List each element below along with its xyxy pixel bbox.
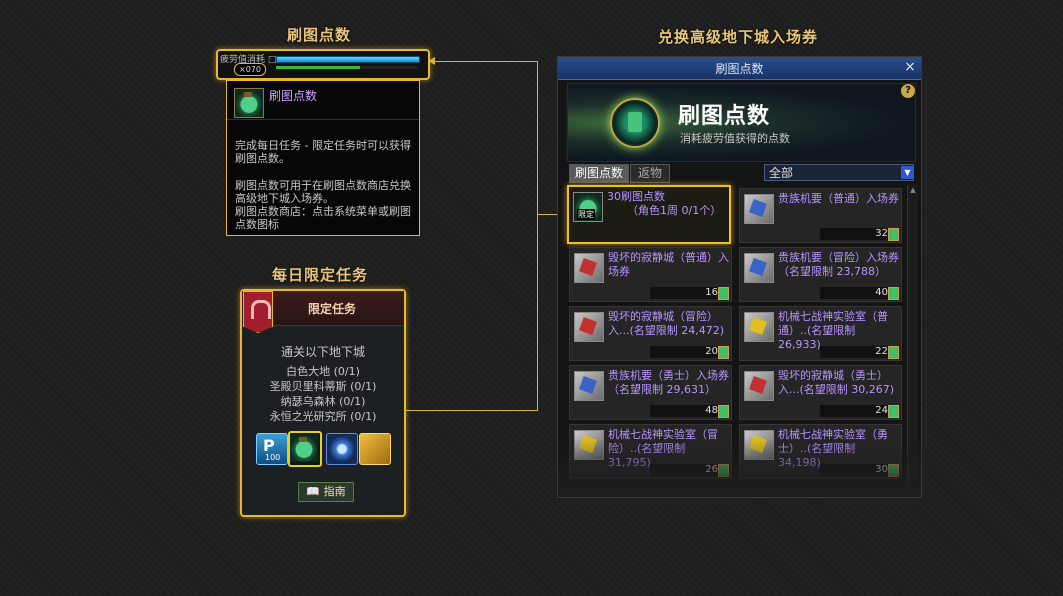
ticket-icon — [574, 371, 604, 401]
item-name: 30刷图点数 （角色1周 0/1个） — [607, 190, 722, 217]
points-count[interactable]: ×070 — [234, 63, 266, 76]
connector-line — [428, 61, 538, 62]
ticket-icon — [744, 371, 774, 401]
ticket-icon — [574, 312, 604, 342]
tab-return[interactable]: 返物 — [630, 164, 670, 183]
item-price: 40 — [875, 287, 888, 298]
shop-item-selected[interactable]: 限定 30刷图点数 （角色1周 0/1个） — [567, 185, 731, 244]
dialog-titlebar[interactable]: 刷图点数 × — [558, 57, 921, 80]
gift-box-reward-icon[interactable] — [359, 433, 391, 465]
tooltip-desc-3: 刷图点数商店：点击系统菜单或刷图点数图标 — [235, 205, 411, 231]
ticket-icon — [574, 253, 604, 283]
ticket-icon — [744, 312, 774, 342]
book-icon: 📖 — [306, 485, 324, 498]
points-coin-icon — [888, 228, 899, 241]
tooltip-desc-2: 刷图点数可用于在刷图点数商店兑换高级地下城入场券。 — [235, 179, 411, 205]
tooltip-header: 刷图点数 — [227, 81, 419, 120]
item-name: 贵族机要（普通）入场券 — [778, 192, 899, 205]
daily-task-heading: 每日限定任务 — [272, 266, 369, 284]
shop-item[interactable]: 贵族机要（勇士）入场券（名望限制 29,631） 48 — [569, 365, 732, 420]
tab-points[interactable]: 刷图点数 — [569, 164, 629, 183]
guide-button[interactable]: 📖 指南 — [298, 482, 354, 502]
connector-line — [537, 61, 538, 411]
dungeon-item: 永恒之光研究所 (0/1) — [269, 410, 377, 423]
help-button[interactable]: ? — [901, 84, 915, 98]
filter-value: 全部 — [769, 166, 794, 180]
daily-task-panel: 限定任务 通关以下地下城 白色大地 (0/1) 圣殿贝里科蒂斯 (0/1) 纳瑟… — [240, 289, 406, 517]
item-price: 24 — [875, 405, 888, 416]
gate-badge-icon — [243, 291, 273, 333]
shop-item[interactable]: 毁坏的寂静城（勇士）入...(名望限制 30,267) 24 — [739, 365, 902, 420]
banner-subtitle: 消耗疲劳值获得的点数 — [680, 132, 790, 145]
filter-dropdown[interactable]: 全部 ▼ — [764, 164, 914, 181]
dialog-title: 刷图点数 — [715, 62, 764, 76]
ticket-icon — [744, 253, 774, 283]
points-progress-fill — [276, 66, 360, 69]
item-price: 48 — [705, 405, 718, 416]
item-price: 32 — [875, 228, 888, 239]
task-subtitle: 通关以下地下城 — [280, 345, 365, 359]
points-shop-dialog: 刷图点数 × 刷图点数 消耗疲劳值获得的点数 ? 刷图点数 返物 全部 ▼ ▲ … — [557, 56, 922, 498]
potion-reward-icon[interactable] — [288, 431, 322, 467]
potion-icon — [234, 88, 264, 118]
points-coin-icon — [718, 287, 729, 300]
shop-item[interactable]: 贵族机要（冒险）入场券（名望限制 23,788） 40 — [739, 247, 902, 302]
p100-reward-icon[interactable]: P 100 — [256, 433, 288, 465]
potion-icon — [290, 434, 318, 462]
gem-reward-icon[interactable] — [326, 433, 358, 465]
banner-title: 刷图点数 — [678, 103, 771, 129]
shop-item[interactable]: 毁坏的寂静城（冒险）入...(名望限制 24,472) 20 — [569, 306, 732, 361]
points-bar[interactable]: 疲劳值消耗 □ ×070 — [216, 49, 430, 80]
dungeon-item: 圣殿贝里科蒂斯 (0/1) — [269, 380, 377, 393]
banner: 刷图点数 消耗疲劳值获得的点数 ? — [567, 83, 916, 162]
limited-tag: 限定 — [577, 209, 595, 220]
shop-item[interactable]: 机械七战神实验室（普通）..(名望限制 26,933) 22 — [739, 306, 902, 361]
shop-item[interactable]: 贵族机要（普通）入场券 32 — [739, 188, 902, 243]
points-heading: 刷图点数 — [287, 26, 352, 44]
item-name: 毁坏的寂静城（冒险）入...(名望限制 24,472) — [608, 310, 725, 337]
points-coin-icon — [888, 405, 899, 418]
item-name: 毁坏的寂静城（普通）入场券 — [608, 251, 729, 278]
gate-arch-icon — [251, 300, 271, 319]
reward-p-number: 100 — [265, 453, 281, 462]
points-coin-icon — [888, 287, 899, 300]
points-coin-icon — [888, 346, 899, 359]
dungeon-item: 白色大地 (0/1) — [286, 365, 360, 378]
close-button[interactable]: × — [902, 58, 918, 76]
item-name: 贵族机要（勇士）入场券（名望限制 29,631） — [608, 369, 729, 396]
fatigue-bar — [276, 56, 420, 63]
item-price: 20 — [705, 346, 718, 357]
item-price: 22 — [875, 346, 888, 357]
points-potion-icon — [610, 98, 660, 148]
guide-label: 指南 — [323, 485, 346, 498]
item-name: 贵族机要（冒险）入场券（名望限制 23,788） — [778, 251, 899, 278]
scroll-up-icon[interactable]: ▲ — [908, 185, 918, 195]
item-price: 16 — [705, 287, 718, 298]
dungeon-item: 纳瑟乌森林 (0/1) — [280, 395, 366, 408]
chevron-down-icon[interactable]: ▼ — [901, 166, 914, 179]
tooltip-title: 刷图点数 — [269, 89, 318, 103]
points-progress-track — [360, 66, 418, 69]
points-coin-icon — [718, 346, 729, 359]
exchange-heading: 兑换高级地下城入场券 — [658, 28, 819, 46]
item-name: 毁坏的寂静城（勇士）入...(名望限制 30,267) — [778, 369, 895, 396]
points-coin-icon — [718, 405, 729, 418]
shop-item[interactable]: 毁坏的寂静城（普通）入场券 16 — [569, 247, 732, 302]
points-tooltip: 刷图点数 完成每日任务 - 限定任务时可以获得刷图点数。 刷图点数可用于在刷图点… — [226, 80, 420, 236]
fade-overlay — [558, 437, 921, 497]
ticket-icon — [744, 194, 774, 224]
tooltip-desc-1: 完成每日任务 - 限定任务时可以获得刷图点数。 — [235, 139, 411, 165]
